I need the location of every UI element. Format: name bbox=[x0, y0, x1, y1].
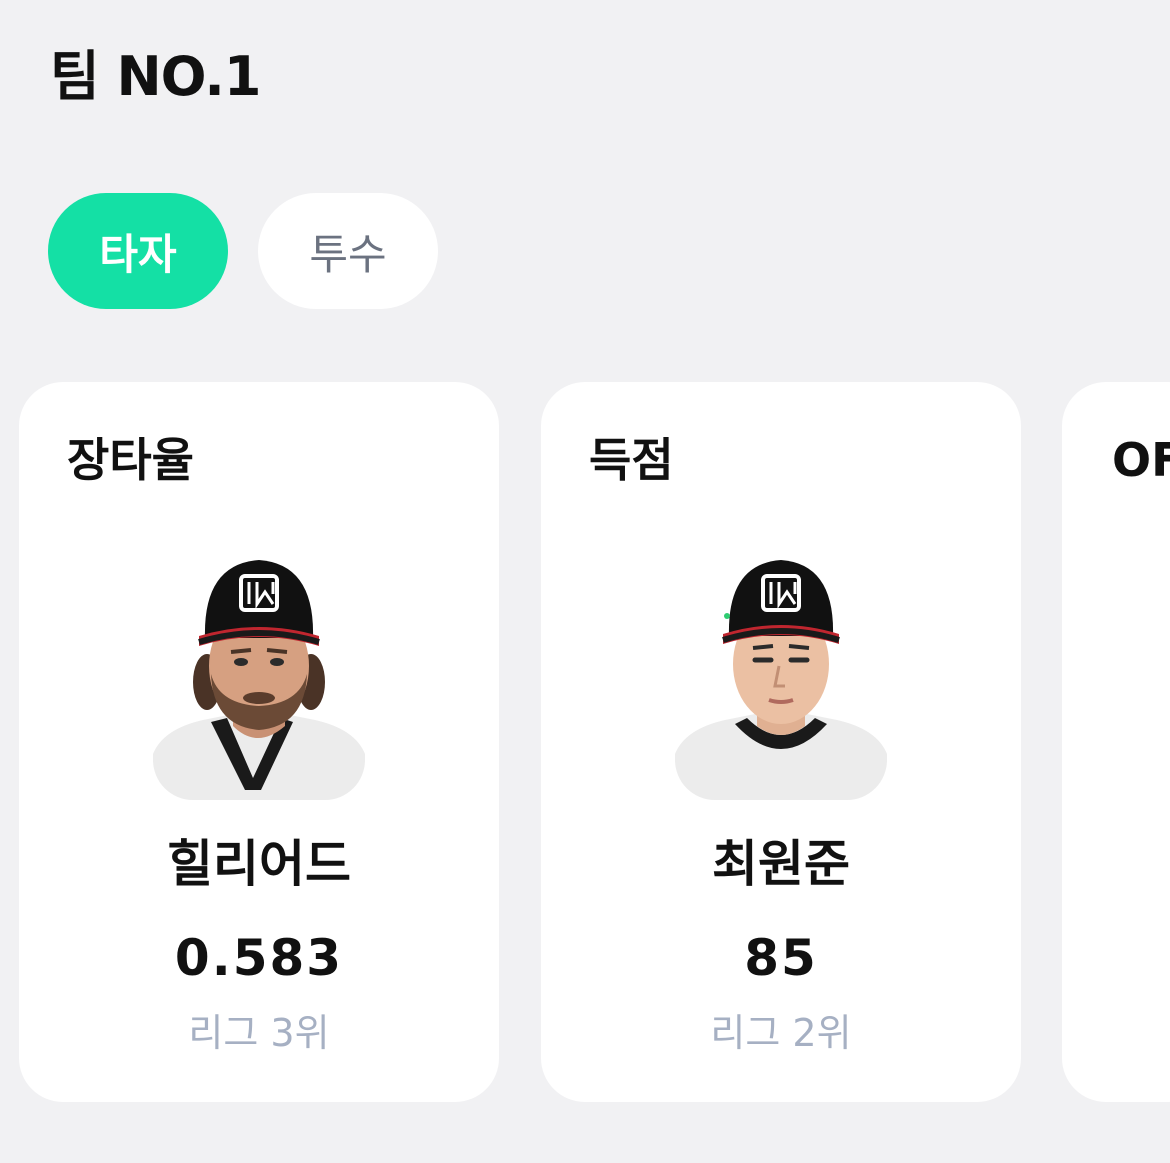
league-rank: 리그 2위 bbox=[710, 1011, 852, 1055]
player-name: 최원준 bbox=[712, 835, 850, 893]
stat-category: 장타율 bbox=[67, 433, 194, 487]
player-photo bbox=[153, 554, 365, 800]
stat-category: OF bbox=[1112, 433, 1170, 487]
player-name: 힐리어드 bbox=[167, 835, 351, 893]
tab-batter-label: 타자 bbox=[99, 229, 177, 279]
stat-card-ops[interactable]: OF bbox=[1062, 382, 1170, 1102]
stat-card-slugging[interactable]: 장타율 힐리어드 0.583 리그 3위 bbox=[19, 382, 499, 1102]
stat-card-runs[interactable]: 득점 최원준 85 리그 2위 bbox=[541, 382, 1021, 1102]
section-title: 팀 NO.1 bbox=[50, 45, 261, 108]
stat-category: 득점 bbox=[589, 433, 674, 487]
player-photo bbox=[675, 554, 887, 800]
league-rank: 리그 3위 bbox=[188, 1011, 330, 1055]
stat-value: 85 bbox=[744, 929, 818, 987]
stat-value: 0.583 bbox=[174, 929, 344, 987]
tab-batter[interactable]: 타자 bbox=[48, 193, 228, 309]
tab-pitcher-label: 투수 bbox=[309, 229, 387, 279]
tab-pitcher[interactable]: 투수 bbox=[258, 193, 438, 309]
